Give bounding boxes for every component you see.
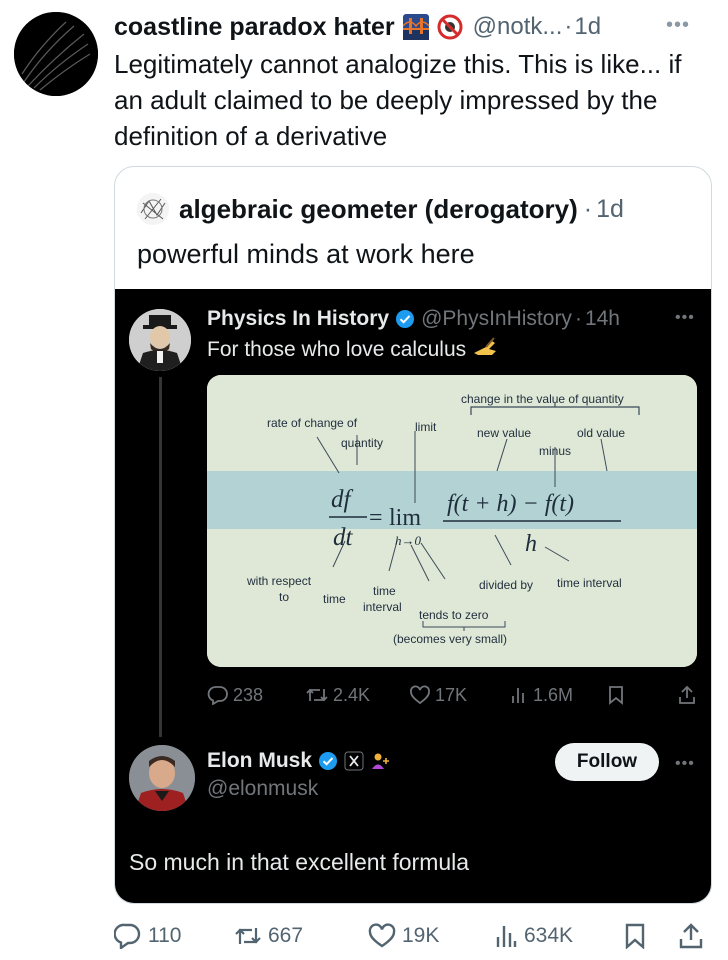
like-button: 17K xyxy=(409,685,467,706)
handle[interactable]: @notk... xyxy=(473,13,563,41)
retweet-button[interactable]: 667 xyxy=(234,924,303,948)
quote-text: powerful minds at work here xyxy=(137,239,475,269)
heart-icon xyxy=(410,685,430,705)
retweet-button: 2.4K xyxy=(305,685,370,706)
display-name[interactable]: coastline paradox hater xyxy=(114,13,395,42)
elon-header: Elon Musk xyxy=(207,749,390,773)
views-count: 634K xyxy=(524,924,574,947)
tweet-header: coastline paradox hater @notk... · 1d xyxy=(114,12,601,42)
label-new-value: new value xyxy=(477,426,531,440)
thread-line xyxy=(159,377,162,737)
heart-icon xyxy=(368,923,396,948)
label-limit: limit xyxy=(415,420,437,434)
physics-text-content: For those who love calculus xyxy=(207,338,467,361)
person-emoji-icon xyxy=(370,751,390,771)
timestamp[interactable]: 1d xyxy=(574,13,601,41)
formula-lim: lim xyxy=(389,505,421,531)
label-old-value: old value xyxy=(577,426,625,440)
like-count: 17K xyxy=(435,684,468,705)
reply-count: 110 xyxy=(148,924,182,947)
label-rate-of-change: rate of change of xyxy=(267,416,358,430)
no-symbol-emoji-icon xyxy=(437,14,463,40)
elon-display-name: Elon Musk xyxy=(207,749,313,772)
embedded-screenshot: Physics In History @PhysInHistory · 14h … xyxy=(115,289,711,903)
share-button[interactable] xyxy=(678,923,704,949)
retweet-icon xyxy=(306,688,328,702)
avatar[interactable] xyxy=(14,12,98,96)
verified-badge-icon xyxy=(318,751,338,771)
label-minus: minus xyxy=(539,444,571,458)
reply-icon xyxy=(207,686,228,705)
views-button: 1.6M xyxy=(509,685,573,706)
label-becomes-small: (becomes very small) xyxy=(393,632,507,646)
retweet-count: 667 xyxy=(268,924,304,947)
reply-button[interactable]: 110 xyxy=(114,923,181,949)
views-count: 1.6M xyxy=(533,684,574,705)
formula-equals: = xyxy=(369,505,383,531)
bookmark-icon xyxy=(625,923,645,949)
tweet-text: Legitimately cannot analogize this. This… xyxy=(114,49,682,151)
physics-handle: @PhysInHistory xyxy=(421,307,572,330)
writing-hand-emoji-icon xyxy=(472,337,498,363)
reply-button: 238 xyxy=(207,685,263,706)
quote-header: algebraic geometer (derogatory) · 1d xyxy=(137,193,624,225)
separator: · xyxy=(564,13,573,40)
tweet-action-bar: 110 667 19K 634K xyxy=(114,920,712,952)
like-button[interactable]: 19K xyxy=(368,923,439,949)
views-chart-icon xyxy=(496,926,517,947)
bridge-emoji-icon xyxy=(402,14,430,40)
label-time-interval: time interval xyxy=(557,576,622,590)
views-button[interactable]: 634K xyxy=(494,923,573,949)
formula-df: df xyxy=(331,486,354,513)
formula-denominator: h xyxy=(525,531,537,557)
more-options-icon: ••• xyxy=(675,755,695,772)
physics-avatar xyxy=(129,309,191,371)
label-to: to xyxy=(279,590,289,604)
formula-dt: dt xyxy=(333,524,354,551)
quote-display-name: algebraic geometer (derogatory) xyxy=(179,193,578,224)
label-time: time xyxy=(323,592,346,606)
label-quantity: quantity xyxy=(341,436,383,450)
quote-avatar xyxy=(137,193,169,225)
elon-text: So much in that excellent formula xyxy=(129,849,470,875)
label-change-in-value: change in the value of quantity xyxy=(461,392,624,406)
quote-timestamp: 1d xyxy=(596,194,624,223)
bookmark-icon xyxy=(609,686,623,705)
label-tends-to-zero: tends to zero xyxy=(419,608,489,622)
more-options-icon[interactable]: ••• xyxy=(666,14,690,37)
physics-action-bar: 238 2.4K 17K 1.6M xyxy=(207,681,697,709)
retweet-icon xyxy=(235,928,261,944)
physics-display-name: Physics In History xyxy=(207,307,390,330)
reply-count: 238 xyxy=(233,684,264,705)
separator: · xyxy=(583,194,593,223)
label-divided-by: divided by xyxy=(479,578,533,592)
verified-badge-icon xyxy=(395,309,415,329)
formula-numerator: f(t + h) − f(t) xyxy=(447,491,574,517)
physics-header: Physics In History @PhysInHistory · 14h xyxy=(207,307,620,331)
physics-text: For those who love calculus xyxy=(207,337,498,363)
formula-image: change in the value of quantity rate of … xyxy=(207,375,697,667)
elon-avatar xyxy=(129,745,195,811)
physics-timestamp: 14h xyxy=(584,307,620,330)
bookmark-button[interactable] xyxy=(624,923,646,949)
label-interval: interval xyxy=(363,600,402,614)
elon-handle: @elonmusk xyxy=(207,777,319,800)
x-logo-icon xyxy=(344,751,364,771)
bookmark-button xyxy=(607,685,625,705)
views-chart-icon xyxy=(512,688,524,703)
more-options-icon: ••• xyxy=(675,309,695,326)
share-button xyxy=(677,685,697,705)
quoted-tweet-card[interactable]: algebraic geometer (derogatory) · 1d pow… xyxy=(114,166,712,904)
like-count: 19K xyxy=(402,924,440,947)
share-icon xyxy=(679,685,695,704)
retweet-count: 2.4K xyxy=(333,684,371,705)
label-with-respect: with respect xyxy=(246,574,312,588)
follow-button: Follow xyxy=(555,743,659,781)
formula-h-to-zero: h→0 xyxy=(395,533,422,548)
share-icon xyxy=(679,923,703,949)
reply-icon xyxy=(114,923,141,949)
label-time-interval-1: time xyxy=(373,584,396,598)
separator: · xyxy=(574,307,582,330)
